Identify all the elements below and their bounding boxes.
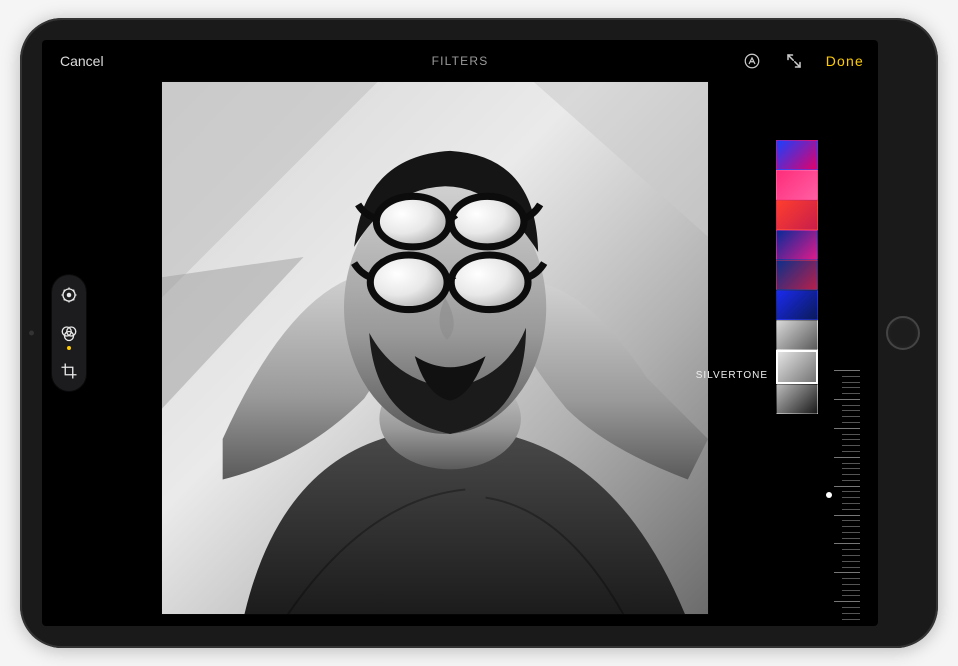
slider-tick (842, 474, 860, 475)
slider-tick (842, 434, 860, 435)
slider-tick (842, 468, 860, 469)
slider-tick (834, 543, 860, 544)
slider-tick (842, 578, 860, 579)
editor-topbar: Cancel FILTERS Done (42, 40, 878, 82)
active-tool-indicator (67, 346, 71, 350)
filter-thumb-original[interactable] (776, 140, 818, 170)
slider-tick (842, 463, 860, 464)
slider-tick (842, 439, 860, 440)
screen: Cancel FILTERS Done (42, 40, 878, 626)
slider-tick (834, 515, 860, 516)
selected-filter-label: SILVERTONE (696, 370, 768, 381)
slider-tick (842, 555, 860, 556)
filter-thumb-mono[interactable] (776, 320, 818, 350)
page-title: FILTERS (432, 54, 489, 68)
slider-tick (842, 497, 860, 498)
slider-tick (842, 480, 860, 481)
markup-icon[interactable] (742, 51, 762, 71)
intensity-slider[interactable] (830, 370, 860, 620)
slider-tick (834, 486, 860, 487)
slider-tick (842, 387, 860, 388)
adjust-tool-icon[interactable] (59, 285, 79, 305)
slider-tick (834, 370, 860, 371)
slider-tick (834, 457, 860, 458)
filter-thumb-vivid-cool[interactable] (776, 230, 818, 260)
filter-thumb-dramatic-cool[interactable] (776, 290, 818, 320)
crop-tool-icon[interactable] (59, 361, 79, 381)
slider-tick (834, 601, 860, 602)
slider-tick (842, 561, 860, 562)
photo-preview[interactable] (162, 82, 708, 614)
done-button[interactable]: Done (826, 53, 864, 69)
slider-tick (842, 532, 860, 533)
edit-tools-sidebar (52, 275, 86, 391)
slider-tick (842, 405, 860, 406)
filter-thumb-vivid-warm[interactable] (776, 200, 818, 230)
slider-tick (842, 509, 860, 510)
slider-tick (842, 422, 860, 423)
filter-thumb-dramatic[interactable] (776, 260, 818, 290)
slider-tick (842, 590, 860, 591)
filters-tool-icon[interactable] (59, 323, 79, 343)
ipad-frame: Cancel FILTERS Done (20, 18, 938, 648)
slider-tick (842, 393, 860, 394)
filter-thumb-noir[interactable] (776, 384, 818, 414)
slider-tick (842, 584, 860, 585)
camera-dot (29, 331, 34, 336)
slider-tick (842, 445, 860, 446)
slider-tick (834, 428, 860, 429)
slider-tick (842, 567, 860, 568)
filter-thumb-silvertone[interactable] (776, 350, 818, 384)
slider-tick (834, 572, 860, 573)
slider-tick (842, 595, 860, 596)
slider-tick (842, 451, 860, 452)
slider-tick (842, 526, 860, 527)
slider-tick (842, 538, 860, 539)
filter-thumb-vivid[interactable] (776, 170, 818, 200)
slider-tick (842, 491, 860, 492)
filter-thumbnail-strip[interactable] (776, 140, 818, 414)
fullscreen-icon[interactable] (784, 51, 804, 71)
slider-tick (842, 376, 860, 377)
slider-tick (842, 410, 860, 411)
slider-tick (842, 520, 860, 521)
topbar-right-group: Done (742, 40, 864, 82)
slider-tick (834, 399, 860, 400)
slider-tick (842, 607, 860, 608)
slider-tick (842, 503, 860, 504)
slider-tick (842, 549, 860, 550)
home-button[interactable] (886, 316, 920, 350)
slider-tick (842, 619, 860, 620)
slider-tick (842, 416, 860, 417)
slider-tick (842, 382, 860, 383)
slider-tick (842, 613, 860, 614)
slider-indicator (826, 492, 832, 498)
cancel-button[interactable]: Cancel (60, 40, 104, 82)
